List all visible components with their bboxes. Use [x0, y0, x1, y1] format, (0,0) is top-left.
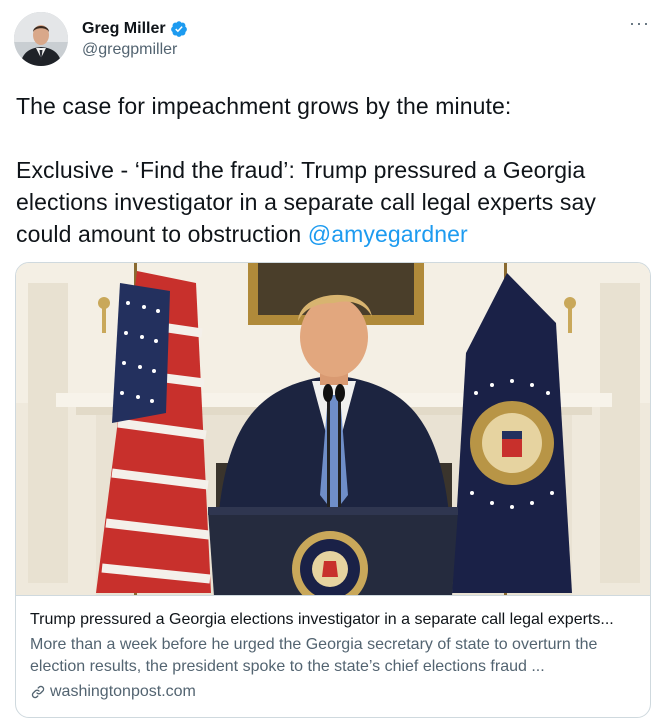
avatar[interactable] [14, 12, 68, 66]
mention-link[interactable]: @amyegardner [308, 221, 468, 247]
tweet-text: The case for impeachment grows by the mi… [16, 90, 656, 250]
verified-badge-icon [170, 21, 187, 37]
press-podium-photo [16, 263, 650, 595]
author-info[interactable]: Greg Miller @gregpmiller [82, 20, 188, 59]
card-title[interactable]: Trump pressured a Georgia elections inve… [30, 609, 642, 631]
card-body: Trump pressured a Georgia elections inve… [30, 609, 642, 703]
name-row: Greg Miller [82, 20, 188, 38]
profile-photo-icon [14, 12, 68, 66]
card-image[interactable] [16, 263, 650, 596]
more-options-icon[interactable]: ··· [629, 14, 650, 32]
tweet-line-1: The case for impeachment grows by the mi… [16, 93, 512, 119]
link-icon [31, 685, 45, 699]
tweet-header: Greg Miller @gregpmiller ··· [14, 12, 654, 68]
link-card[interactable]: Trump pressured a Georgia elections inve… [15, 262, 651, 718]
domain-text: washingtonpost.com [50, 683, 196, 700]
tweet-body: Exclusive - ‘Find the fraud’: Trump pres… [16, 157, 596, 247]
display-name[interactable]: Greg Miller [82, 20, 166, 38]
card-description: More than a week before he urged the Geo… [30, 636, 598, 675]
tweet-line-2: Exclusive - ‘Find the fraud’: Trump pres… [16, 154, 656, 250]
card-domain: washingtonpost.com [30, 681, 642, 703]
handle[interactable]: @gregpmiller [82, 41, 188, 59]
